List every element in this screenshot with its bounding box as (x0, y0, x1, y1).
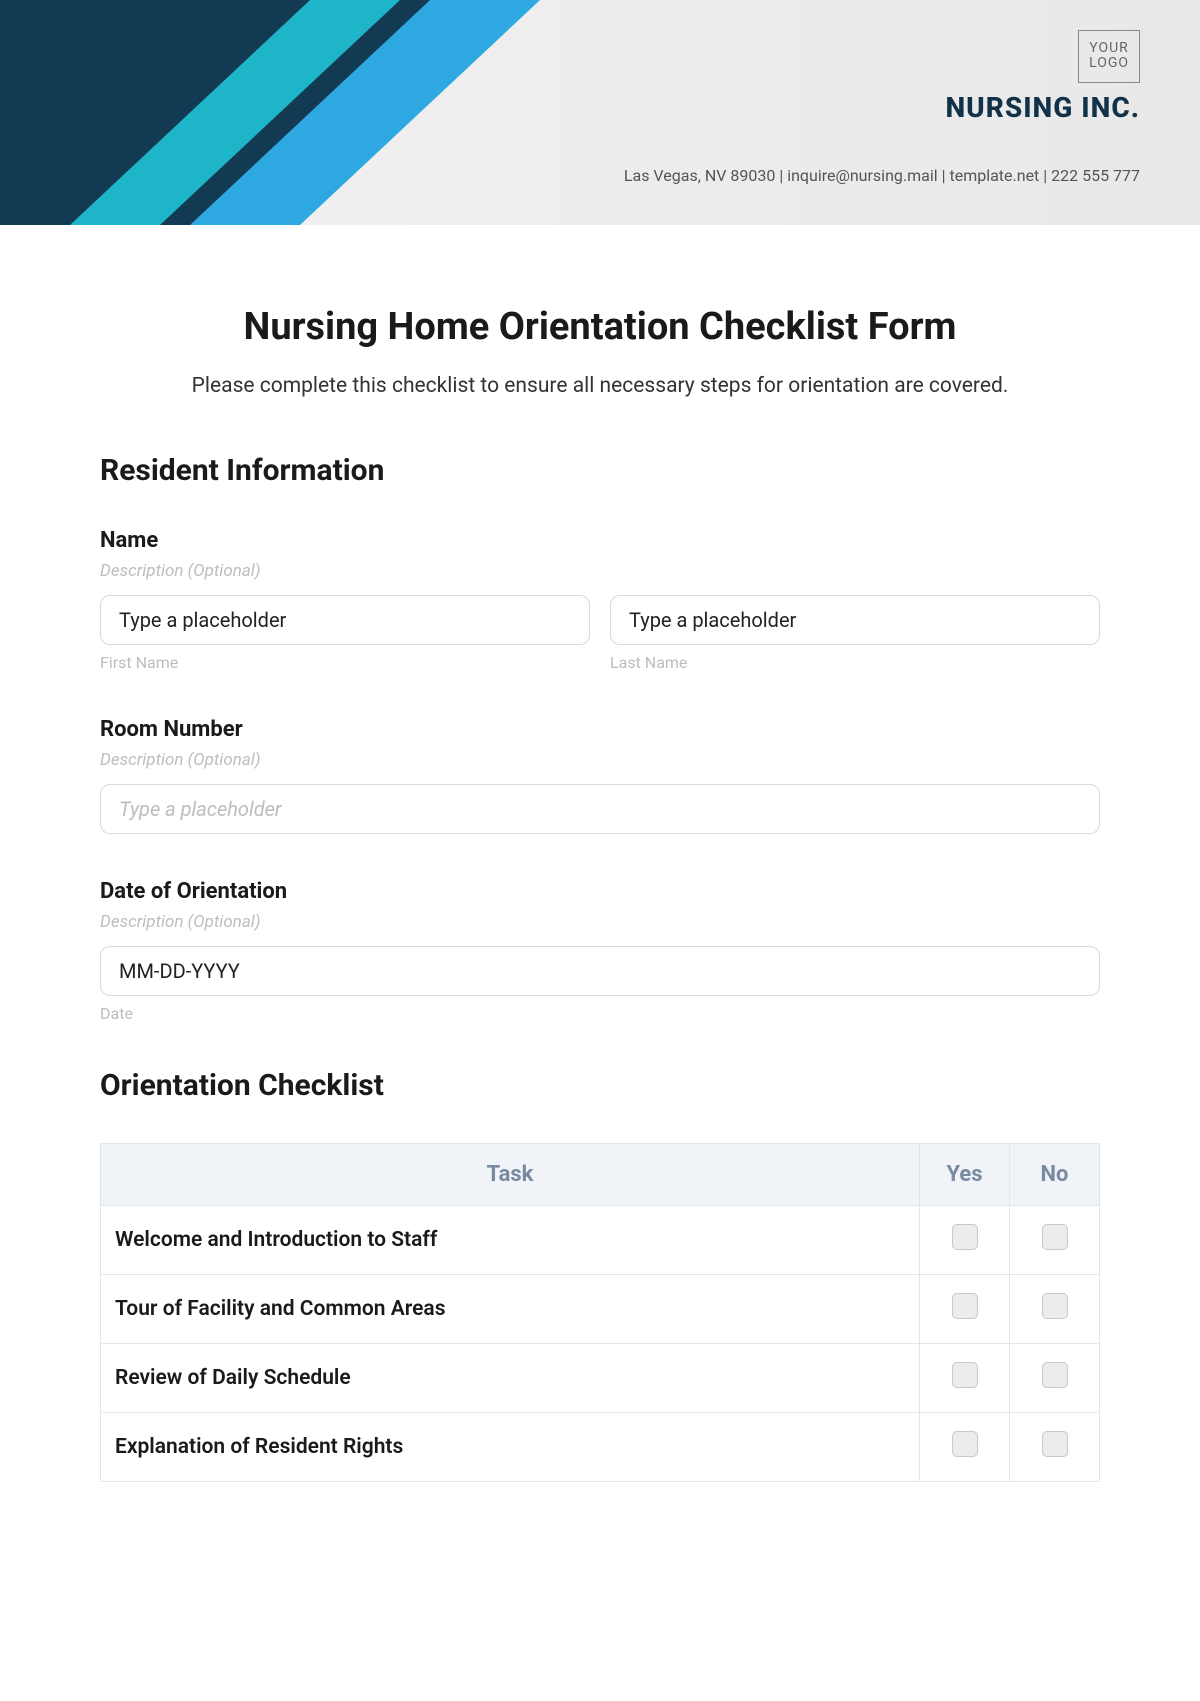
field-date: Date of Orientation Description (Optiona… (100, 879, 1100, 1023)
logo-area: YOUR LOGO NURSING INC. (945, 30, 1140, 124)
field-date-desc: Description (Optional) (100, 912, 1100, 932)
table-row: Review of Daily Schedule (101, 1344, 1100, 1413)
company-name: NURSING INC. (945, 91, 1140, 124)
field-room: Room Number Description (Optional) (100, 717, 1100, 834)
no-cell (1010, 1344, 1100, 1413)
task-cell: Welcome and Introduction to Staff (101, 1206, 920, 1275)
task-cell: Explanation of Resident Rights (101, 1413, 920, 1482)
th-no: No (1010, 1144, 1100, 1206)
th-task: Task (101, 1144, 920, 1206)
logo-text-2: LOGO (1089, 55, 1129, 71)
yes-cell (920, 1344, 1010, 1413)
table-row: Welcome and Introduction to Staff (101, 1206, 1100, 1275)
checkbox-yes[interactable] (952, 1293, 978, 1319)
logo-text-1: YOUR (1089, 40, 1129, 56)
first-name-input[interactable] (100, 595, 590, 645)
checkbox-no[interactable] (1042, 1293, 1068, 1319)
yes-cell (920, 1413, 1010, 1482)
page-body: Nursing Home Orientation Checklist Form … (0, 225, 1200, 1522)
table-row: Tour of Facility and Common Areas (101, 1275, 1100, 1344)
section-resident-info: Resident Information (100, 453, 1100, 488)
date-sublabel: Date (100, 1004, 1100, 1023)
field-room-label: Room Number (100, 717, 1100, 742)
room-number-input[interactable] (100, 784, 1100, 834)
yes-cell (920, 1206, 1010, 1275)
yes-cell (920, 1275, 1010, 1344)
field-name: Name Description (Optional) First Name L… (100, 528, 1100, 672)
first-name-sublabel: First Name (100, 653, 590, 672)
table-row: Explanation of Resident Rights (101, 1413, 1100, 1482)
checkbox-yes[interactable] (952, 1431, 978, 1457)
header-banner: YOUR LOGO NURSING INC. Las Vegas, NV 890… (0, 0, 1200, 225)
checkbox-no[interactable] (1042, 1362, 1068, 1388)
checklist-table: Task Yes No Welcome and Introduction to … (100, 1143, 1100, 1482)
no-cell (1010, 1206, 1100, 1275)
date-input[interactable] (100, 946, 1100, 996)
section-checklist: Orientation Checklist (100, 1068, 1100, 1103)
checkbox-no[interactable] (1042, 1431, 1068, 1457)
page-title: Nursing Home Orientation Checklist Form (100, 305, 1100, 349)
checkbox-yes[interactable] (952, 1224, 978, 1250)
field-date-label: Date of Orientation (100, 879, 1100, 904)
field-name-label: Name (100, 528, 1100, 553)
field-room-desc: Description (Optional) (100, 750, 1100, 770)
contact-info: Las Vegas, NV 89030 | inquire@nursing.ma… (624, 166, 1140, 185)
page-subtitle: Please complete this checklist to ensure… (100, 374, 1100, 398)
logo-placeholder: YOUR LOGO (1078, 30, 1140, 83)
task-cell: Review of Daily Schedule (101, 1344, 920, 1413)
checkbox-yes[interactable] (952, 1362, 978, 1388)
no-cell (1010, 1275, 1100, 1344)
no-cell (1010, 1413, 1100, 1482)
checkbox-no[interactable] (1042, 1224, 1068, 1250)
last-name-input[interactable] (610, 595, 1100, 645)
last-name-sublabel: Last Name (610, 653, 1100, 672)
th-yes: Yes (920, 1144, 1010, 1206)
task-cell: Tour of Facility and Common Areas (101, 1275, 920, 1344)
field-name-desc: Description (Optional) (100, 561, 1100, 581)
